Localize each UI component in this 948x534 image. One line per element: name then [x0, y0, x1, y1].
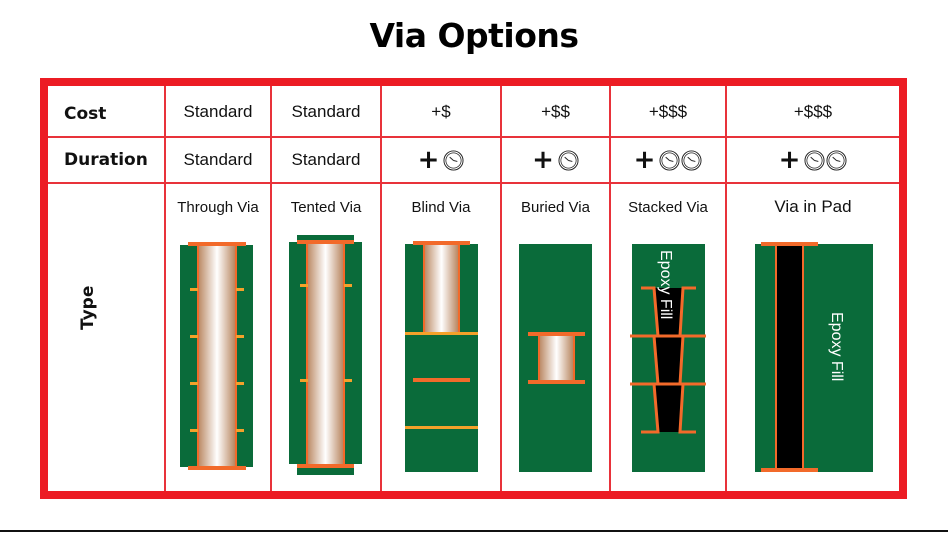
- blind-via-diagram: [405, 241, 478, 472]
- tented-via-diagram: [289, 235, 362, 475]
- barrel: [306, 241, 345, 468]
- bottom-pad: [761, 468, 818, 472]
- buried-via-diagram: [519, 244, 592, 472]
- bottom-pad: [188, 466, 246, 470]
- via-diagrams: Epoxy Fill Epoxy Fill: [180, 235, 873, 475]
- top-pad: [528, 332, 585, 336]
- through-via-diagram: [180, 242, 253, 470]
- top-pad: [297, 240, 354, 244]
- top-pad: [761, 242, 818, 246]
- bottom-pad: [528, 380, 585, 384]
- stacked-via-diagram: Epoxy Fill: [630, 244, 706, 472]
- layer: [405, 426, 478, 429]
- via-in-pad-diagram: Epoxy Fill: [755, 242, 873, 472]
- top-pad: [188, 242, 246, 246]
- barrel: [423, 242, 460, 334]
- epoxy-fill-label: Epoxy Fill: [657, 250, 674, 319]
- barrel: [538, 334, 575, 382]
- filled-barrel: [775, 243, 804, 471]
- layer: [405, 332, 478, 335]
- bottom-rule: [0, 530, 948, 532]
- top-pad: [413, 241, 470, 245]
- bottom-mask: [297, 467, 354, 475]
- board: [755, 244, 873, 472]
- epoxy-fill-label: Epoxy Fill: [828, 312, 845, 381]
- bottom-pad: [297, 464, 354, 468]
- layer: [413, 378, 470, 382]
- barrel: [197, 243, 237, 468]
